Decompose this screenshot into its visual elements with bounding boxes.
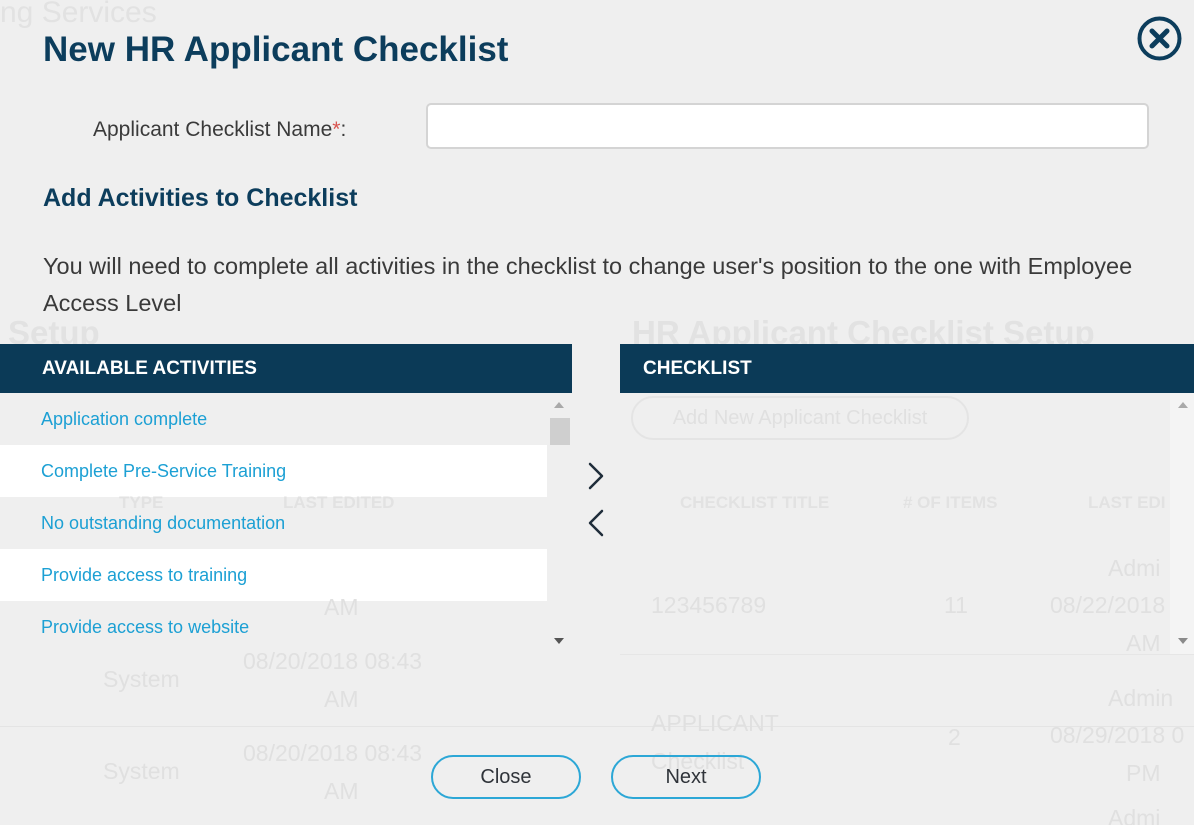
list-item[interactable]: Application complete — [0, 393, 547, 445]
background-cell: AM — [324, 686, 359, 712]
background-column-header: # OF ITEMS — [903, 493, 998, 512]
list-item[interactable]: Provide access to training — [0, 549, 547, 601]
background-cell: 11 — [944, 592, 968, 618]
checklist-name-label-text: Applicant Checklist Name — [93, 118, 333, 141]
background-column-header: LAST EDITED — [283, 493, 395, 512]
background-column-header: TYPE — [119, 493, 164, 512]
close-button[interactable]: Close — [431, 755, 581, 799]
divider — [620, 654, 1194, 655]
available-activities-header: AVAILABLE ACTIVITIES — [0, 344, 572, 393]
background-column-header: LAST EDI — [1088, 493, 1166, 512]
list-item[interactable]: Provide access to website — [0, 601, 547, 653]
close-circle-icon[interactable] — [1136, 15, 1183, 62]
background-cell: PM — [1126, 760, 1161, 786]
checklist-header: CHECKLIST — [620, 344, 1194, 393]
background-cell: 2 — [948, 724, 961, 750]
chevron-right-icon[interactable] — [583, 460, 609, 492]
background-add-button: Add New Applicant Checklist — [631, 396, 969, 440]
scroll-up-icon[interactable] — [554, 402, 564, 408]
scroll-down-icon[interactable] — [554, 638, 564, 644]
background-cell: Admin — [1108, 685, 1174, 711]
checklist-scrollbar[interactable] — [1170, 393, 1194, 655]
background-cell: 08/20/2018 08:43 — [243, 648, 423, 674]
background-cell: 08/20/2018 08:43 — [243, 740, 423, 766]
background-cell: 08/29/2018 0 — [1050, 722, 1185, 748]
checklist-name-label: Applicant Checklist Name*: — [93, 118, 346, 142]
label-colon: : — [340, 118, 347, 141]
available-activities-list[interactable]: Application complete Complete Pre-Servic… — [0, 393, 547, 653]
background-cell: AM — [324, 594, 359, 620]
background-cell: System — [103, 758, 180, 784]
background-cell: Admi — [1108, 555, 1161, 581]
background-cell: AM — [1126, 630, 1161, 656]
background-cell: System — [103, 666, 180, 692]
available-scrollbar-thumb[interactable] — [550, 418, 570, 445]
list-item[interactable]: Complete Pre-Service Training — [0, 445, 547, 497]
background-cell: AM — [324, 778, 359, 804]
section-title: Add Activities to Checklist — [43, 184, 358, 212]
scroll-down-icon[interactable] — [1178, 638, 1188, 644]
next-button[interactable]: Next — [611, 755, 761, 799]
chevron-left-icon[interactable] — [583, 507, 609, 539]
modal-title: New HR Applicant Checklist — [43, 30, 509, 69]
divider — [0, 726, 1194, 727]
list-item[interactable]: No outstanding documentation — [0, 497, 547, 549]
background-services-text: ng Services — [0, 0, 157, 29]
background-column-header: CHECKLIST TITLE — [680, 493, 830, 512]
background-cell: 123456789 — [651, 592, 767, 618]
background-cell: 08/22/2018 — [1050, 592, 1166, 618]
checklist-name-input[interactable] — [426, 103, 1149, 149]
background-cell: Admi — [1108, 805, 1161, 825]
scroll-up-icon[interactable] — [1178, 402, 1188, 408]
description-text: You will need to complete all activities… — [43, 253, 1133, 316]
